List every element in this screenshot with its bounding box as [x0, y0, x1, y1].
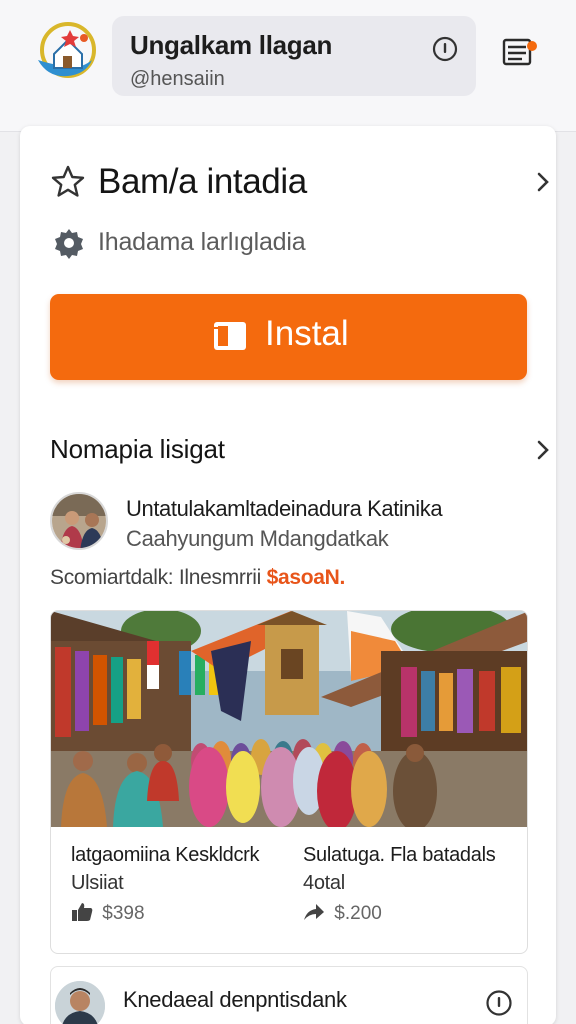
post-author[interactable]: Untatulakamltadeinadura Katinika — [126, 496, 443, 522]
app-detail-card: Bam/a intadia Ihadama larlıgladia Instal — [20, 126, 556, 1024]
listing-subtitle: Ulsiiat — [71, 872, 124, 894]
section-header[interactable]: Nomapia lisigat — [50, 432, 549, 468]
developer-row[interactable]: Ihadama larlıgladia — [50, 226, 530, 260]
install-button[interactable]: Instal — [50, 294, 527, 380]
top-bar: Ungalkam llagan @hensaiin — [0, 0, 576, 132]
developer-name: Ihadama larlıgladia — [98, 228, 306, 256]
chevron-right-icon[interactable] — [534, 170, 552, 194]
listing-title: latgaomiina Keskldcrk — [71, 844, 260, 866]
chevron-right-icon[interactable] — [534, 438, 552, 462]
account-name: Ungalkam llagan — [130, 30, 333, 60]
info-icon[interactable] — [432, 36, 458, 62]
home-heart-logo[interactable] — [34, 20, 98, 84]
gear-icon — [50, 226, 88, 260]
listing-price: $398 — [102, 903, 145, 924]
app-title-row[interactable]: Bam/a intadia — [50, 160, 549, 204]
listing-price: $.200 — [334, 903, 382, 924]
post-subtitle: Caahyungum Mdangdatkak — [126, 526, 389, 551]
listing-price-row: $398 — [71, 901, 301, 927]
account-handle: @hensaiin — [130, 68, 225, 90]
section-title: Nomapia lisigat — [50, 434, 225, 464]
post-author[interactable]: Knedaeal denpntisdank — [123, 987, 347, 1013]
avatar[interactable] — [50, 492, 108, 550]
post-preview[interactable]: Knedaeal denpntisdank — [50, 966, 528, 1024]
install-label: Instal — [265, 314, 349, 353]
app-title: Bam/a intadia — [98, 162, 307, 201]
share-arrow-icon[interactable] — [303, 902, 325, 922]
info-icon[interactable] — [485, 989, 513, 1017]
install-icon — [212, 320, 250, 352]
post-meta-highlight: $asoaN. — [266, 566, 346, 589]
post-header[interactable]: Untatulakamltadeinadura Katinika Caahyun… — [50, 492, 530, 556]
listing-item[interactable]: latgaomiina Keskldcrk Ulsiiat $398 — [71, 841, 301, 941]
post-meta: Scomiartdalk: Ilnesmrrii $asoaN. — [50, 566, 345, 590]
menu-notification-icon[interactable] — [500, 34, 540, 70]
post-meta-text: Scomiartdalk: Ilnesmrrii — [50, 566, 262, 589]
star-icon[interactable] — [50, 164, 86, 200]
listing-price-row: $.200 — [303, 901, 527, 927]
listing-title: Sulatuga. Fla batadals — [303, 844, 496, 866]
avatar[interactable] — [55, 981, 105, 1024]
account-switcher[interactable]: Ungalkam llagan @hensaiin — [112, 16, 476, 96]
market-photo[interactable] — [51, 611, 528, 827]
listing-item[interactable]: Sulatuga. Fla batadals 4otal $.200 — [303, 841, 527, 941]
thumbs-up-icon[interactable] — [71, 902, 93, 922]
listing-subtitle: 4otal — [303, 872, 345, 894]
listing-card[interactable]: latgaomiina Keskldcrk Ulsiiat $398 Sulat… — [50, 610, 528, 954]
